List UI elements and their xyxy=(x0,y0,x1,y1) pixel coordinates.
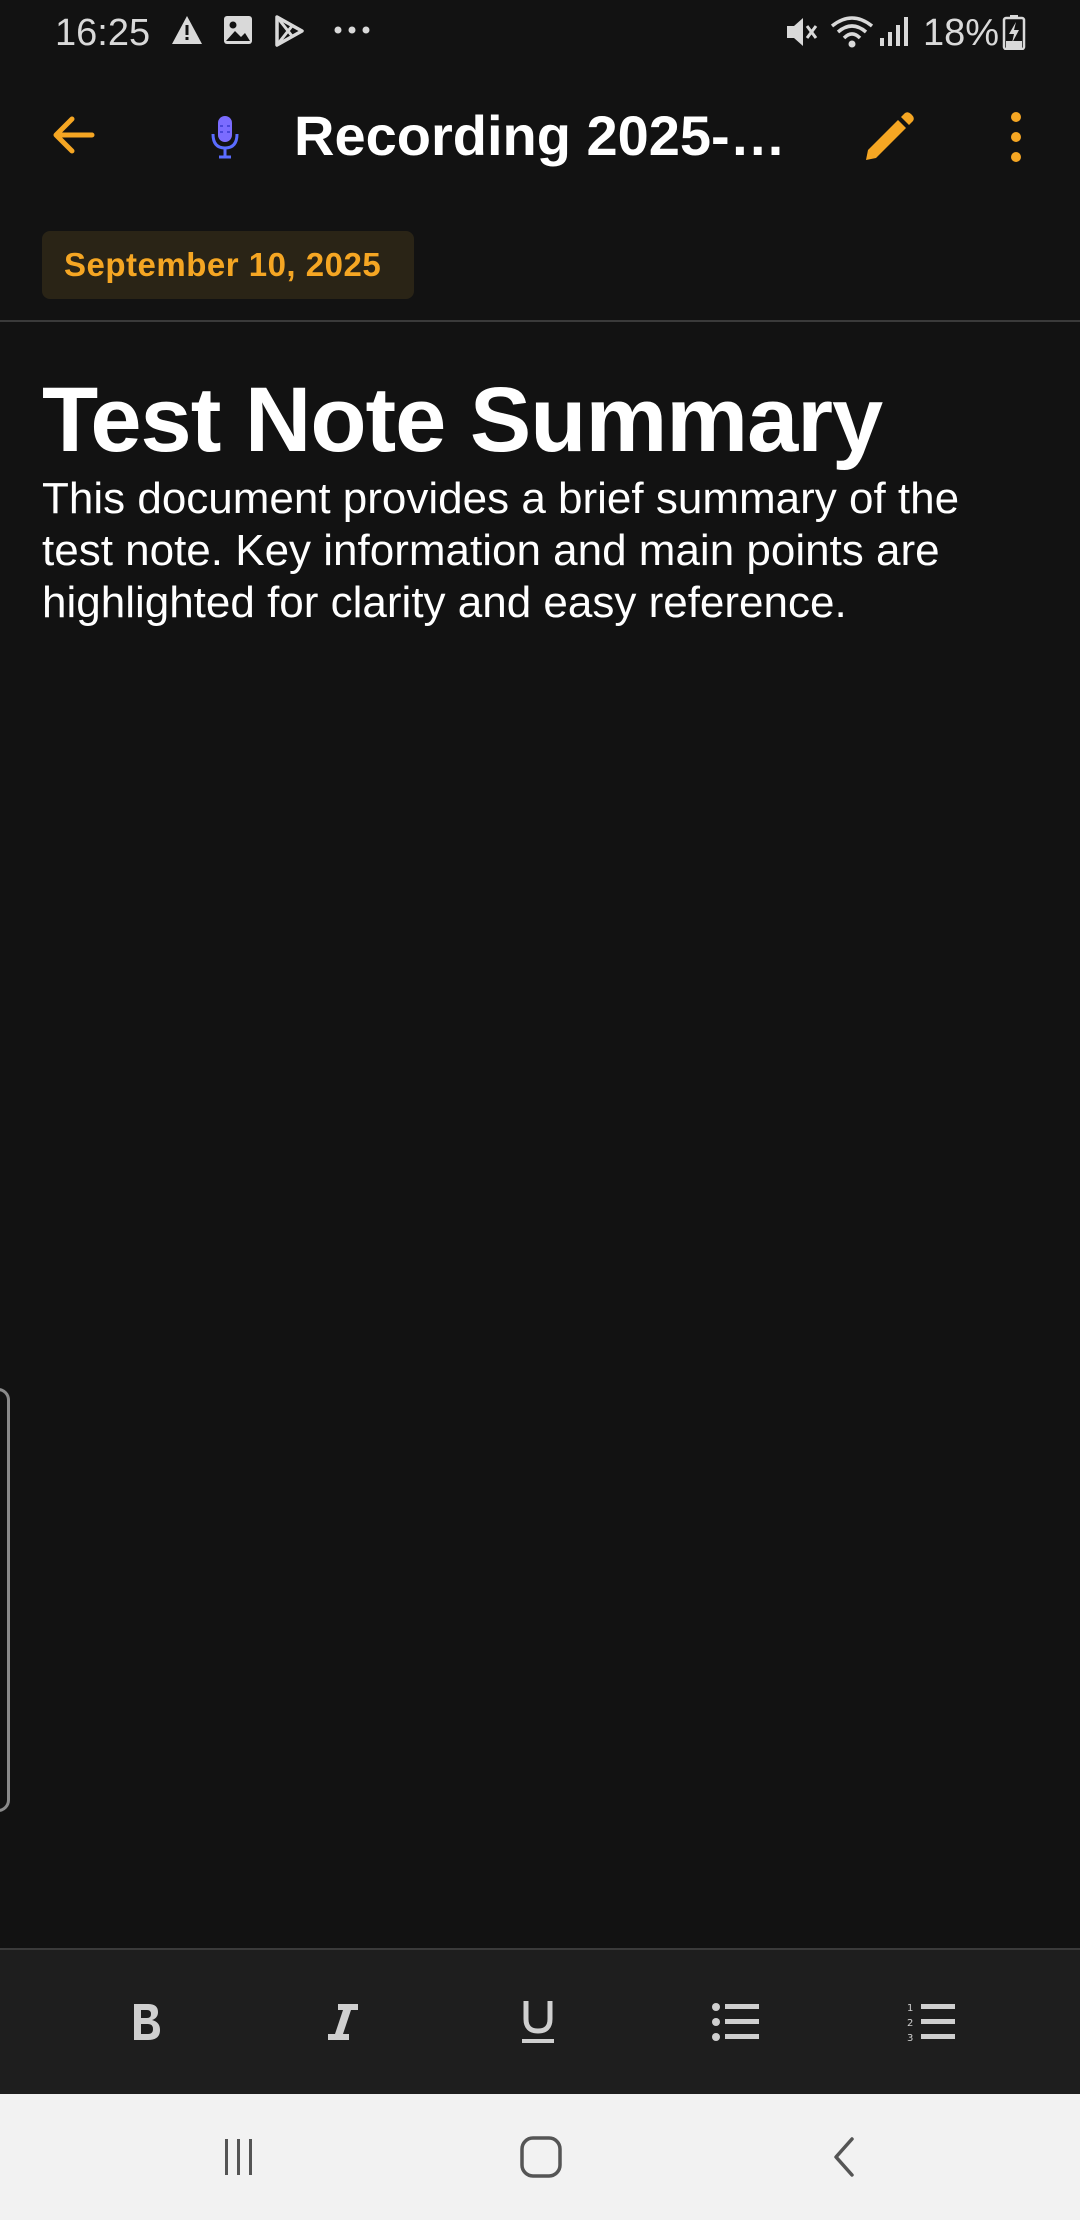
recents-icon xyxy=(225,2139,252,2175)
mute-icon xyxy=(787,18,818,46)
system-nav-bar xyxy=(0,2094,1080,2220)
more-vertical-icon[interactable] xyxy=(1002,110,1030,164)
underline-button[interactable] xyxy=(478,1950,598,2094)
home-icon xyxy=(520,2136,562,2178)
status-bar: 16:25 18% xyxy=(0,0,1080,66)
svg-text:2: 2 xyxy=(907,2018,913,2029)
numbered-list-icon: 1 2 3 xyxy=(907,2003,955,2044)
divider xyxy=(0,320,1080,322)
microphone-icon xyxy=(211,116,239,159)
gallery-icon xyxy=(224,16,252,44)
svg-text:3: 3 xyxy=(907,2033,913,2044)
edge-panel-handle[interactable] xyxy=(0,1388,10,1812)
wifi-icon xyxy=(830,16,874,48)
pencil-icon[interactable] xyxy=(862,110,916,164)
battery-percentage: 18% xyxy=(923,12,1000,54)
numbered-list-button[interactable]: 1 2 3 xyxy=(872,1950,992,2094)
svg-text:1: 1 xyxy=(907,2003,913,2014)
home-button[interactable] xyxy=(461,2094,621,2220)
bulleted-list-icon xyxy=(712,2003,759,2041)
recording-title: Recording 2025-… xyxy=(294,104,786,167)
back-button[interactable] xyxy=(763,2094,923,2220)
bold-icon xyxy=(134,2004,160,2040)
note-date: September 10, 2025 xyxy=(64,246,382,283)
recents-button[interactable] xyxy=(159,2094,319,2220)
bulleted-list-button[interactable] xyxy=(676,1950,796,2094)
underline-icon xyxy=(522,2001,554,2043)
alert-icon xyxy=(172,16,202,44)
note-body[interactable]: This document provides a brief summary o… xyxy=(42,473,1042,629)
date-chip: September 10, 2025 xyxy=(42,231,414,299)
status-time: 16:25 xyxy=(55,12,151,54)
more-notifications-icon xyxy=(334,26,370,34)
note-heading[interactable]: Test Note Summary xyxy=(42,365,883,475)
signal-icon xyxy=(880,17,908,46)
format-toolbar: 1 2 3 xyxy=(0,1948,1080,2094)
battery-charging-icon xyxy=(1002,15,1026,50)
bold-button[interactable] xyxy=(86,1950,206,2094)
italic-button[interactable] xyxy=(282,1950,402,2094)
italic-icon xyxy=(328,2004,358,2040)
back-chevron-icon xyxy=(834,2137,854,2177)
arrow-left-icon[interactable] xyxy=(50,112,96,158)
play-store-icon xyxy=(275,15,304,47)
